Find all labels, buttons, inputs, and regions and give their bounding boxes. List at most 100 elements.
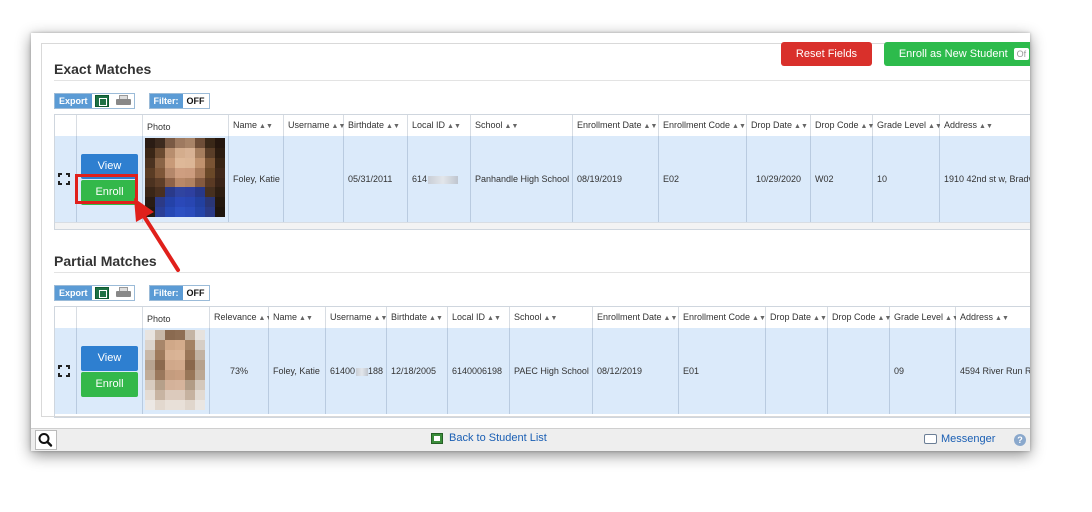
col-grade-level[interactable]: Grade Level ▲▼ xyxy=(873,115,942,136)
col-enrollment-code[interactable]: Enrollment Code ▲▼ xyxy=(679,307,766,328)
col-drop-date[interactable]: Drop Date ▲▼ xyxy=(766,307,828,328)
col-actions xyxy=(77,115,143,136)
col-enrollment-code[interactable]: Enrollment Code ▲▼ xyxy=(659,115,747,136)
col-drop-code[interactable]: Drop Code ▲▼ xyxy=(811,115,874,136)
col-photo: Photo xyxy=(143,115,229,136)
redacted-text xyxy=(428,175,459,184)
sort-icon: ▲▼ xyxy=(504,123,519,130)
col-birthdate[interactable]: Birthdate ▲▼ xyxy=(387,307,448,328)
col-drop-code[interactable]: Drop Code ▲▼ xyxy=(828,307,891,328)
filter-state: OFF xyxy=(186,288,205,298)
enroll-button[interactable]: Enroll xyxy=(81,372,138,397)
birthdate-cell: 05/31/2011 xyxy=(344,136,408,222)
col-birthdate[interactable]: Birthdate ▲▼ xyxy=(344,115,408,136)
section-divider xyxy=(54,272,1030,273)
local-id-cell: 614 xyxy=(408,136,471,222)
birthdate-cell: 12/18/2005 xyxy=(387,328,448,414)
col-local-id[interactable]: Local ID ▲▼ xyxy=(408,115,471,136)
back-to-student-list-link[interactable]: Back to Student List xyxy=(431,432,547,444)
header-grade-level: Grade Level xyxy=(877,120,927,130)
col-local-id[interactable]: Local ID ▲▼ xyxy=(448,307,510,328)
col-grade-level[interactable]: Grade Level ▲▼ xyxy=(890,307,959,328)
reset-fields-button[interactable]: Reset Fields xyxy=(781,42,872,66)
col-school[interactable]: School ▲▼ xyxy=(471,115,573,136)
excel-icon[interactable] xyxy=(94,95,109,107)
photo-cell xyxy=(143,328,210,414)
header-enrollment-date: Enrollment Date xyxy=(577,120,642,130)
back-list-icon xyxy=(431,432,443,444)
username-start: 61400 xyxy=(330,366,356,376)
enroll-new-student-button[interactable]: Enroll as New Student Of xyxy=(884,42,1030,66)
exact-matches-title: Exact Matches xyxy=(54,61,152,77)
header-drop-code: Drop Code xyxy=(815,120,859,130)
col-username[interactable]: Username ▲▼ xyxy=(284,115,345,136)
col-username[interactable]: Username ▲▼ xyxy=(326,307,387,328)
print-icon[interactable] xyxy=(115,95,131,107)
search-button[interactable] xyxy=(35,430,57,450)
col-drop-date[interactable]: Drop Date ▲▼ xyxy=(747,115,811,136)
header-drop-date: Drop Date xyxy=(770,312,812,322)
header-local-id: Local ID xyxy=(412,120,446,130)
print-icon[interactable] xyxy=(115,287,131,299)
col-address[interactable]: Address ▲▼ xyxy=(956,307,1030,328)
col-relevance[interactable]: Relevance ▲▼ xyxy=(210,307,272,328)
sort-icon: ▲▼ xyxy=(732,123,746,130)
export-control: Export xyxy=(54,285,135,301)
search-icon xyxy=(38,433,53,447)
col-enrollment-date[interactable]: Enrollment Date ▲▼ xyxy=(593,307,679,328)
status-bar: Back to Student List Messenger ? xyxy=(31,428,1030,451)
expand-icon[interactable] xyxy=(58,365,70,377)
address-cell: 4594 River Run Ro xyxy=(960,366,1030,376)
redacted-text xyxy=(356,367,369,376)
drop-code-cell xyxy=(828,328,890,414)
col-name[interactable]: Name ▲▼ xyxy=(269,307,326,328)
exact-toolbar: Export Filter: OFF xyxy=(54,93,210,109)
filter-toggle[interactable]: Filter: OFF xyxy=(148,285,210,301)
relevance-cell: 73% xyxy=(210,328,269,414)
enroll-new-label: Enroll as New Student xyxy=(898,48,1008,60)
col-enrollment-date[interactable]: Enrollment Date ▲▼ xyxy=(573,115,659,136)
header-birthdate: Birthdate xyxy=(348,120,385,130)
filter-toggle[interactable]: Filter: OFF xyxy=(148,93,210,109)
header-school: School xyxy=(514,312,542,322)
sort-icon: ▲▼ xyxy=(259,123,273,130)
col-school[interactable]: School ▲▼ xyxy=(510,307,593,328)
sort-icon: ▲▼ xyxy=(752,315,766,322)
partial-toolbar: Export Filter: OFF xyxy=(54,285,210,301)
drop-code-cell: W02 xyxy=(811,136,873,222)
header-photo: Photo xyxy=(147,314,171,324)
enroll-new-toggle[interactable]: Of xyxy=(1013,48,1030,60)
help-icon[interactable]: ? xyxy=(1014,434,1026,446)
header-photo: Photo xyxy=(147,122,171,132)
messenger-link[interactable]: Messenger xyxy=(924,433,995,445)
annotation-arrow-icon xyxy=(134,198,180,272)
view-button[interactable]: View xyxy=(81,346,138,371)
header-enrollment-code: Enrollment Code xyxy=(663,120,731,130)
student-photo xyxy=(145,330,205,410)
col-actions xyxy=(77,307,143,328)
filter-state: OFF xyxy=(186,96,205,106)
header-local-id: Local ID xyxy=(452,312,486,322)
table-footer xyxy=(55,222,1030,229)
header-relevance: Relevance xyxy=(214,312,257,322)
messenger-icon xyxy=(924,434,937,444)
enrollment-code-cell: E01 xyxy=(679,328,766,414)
exact-matches-table: Photo Name ▲▼ Username ▲▼ Birthdate ▲▼ Loca… xyxy=(54,114,1030,230)
col-expand xyxy=(55,115,77,136)
username-cell: 61400 188 xyxy=(326,328,387,414)
sort-icon: ▲▼ xyxy=(663,315,678,322)
col-name[interactable]: Name ▲▼ xyxy=(229,115,284,136)
enrollment-code-cell: E02 xyxy=(659,136,747,222)
sort-icon: ▲▼ xyxy=(813,315,827,322)
sort-icon: ▲▼ xyxy=(979,123,993,130)
back-link-label: Back to Student List xyxy=(449,432,547,444)
col-address[interactable]: Address ▲▼ xyxy=(940,115,1030,136)
enrollment-date-cell: 08/12/2019 xyxy=(593,328,679,414)
excel-icon[interactable] xyxy=(94,287,109,299)
expand-icon[interactable] xyxy=(58,173,70,185)
header-drop-code: Drop Code xyxy=(832,312,876,322)
header-address: Address xyxy=(944,120,978,130)
export-control: Export xyxy=(54,93,135,109)
export-label: Export xyxy=(55,286,92,300)
sort-icon: ▲▼ xyxy=(429,315,443,322)
